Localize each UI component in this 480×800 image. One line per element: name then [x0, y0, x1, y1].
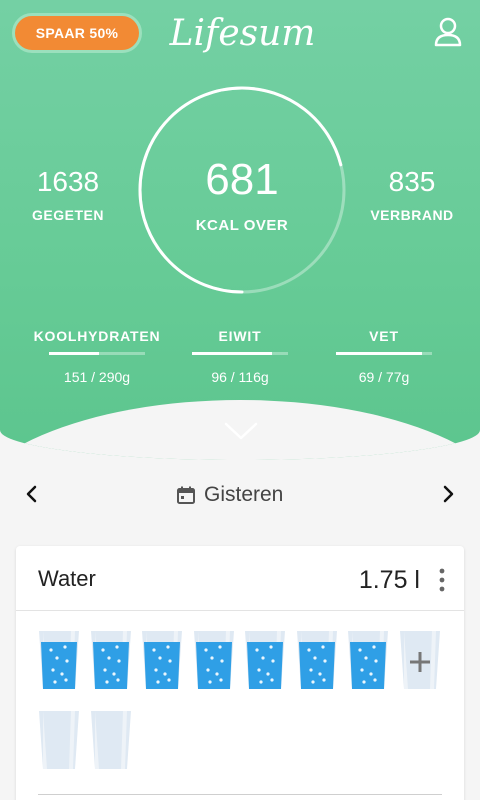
- macro-protein: EIWIT 96 / 116g: [190, 328, 290, 385]
- water-glass-filled[interactable]: [296, 630, 338, 690]
- glass-icon: [90, 631, 131, 689]
- burned-label: VERBRAND: [370, 207, 454, 223]
- profile-icon: [434, 17, 462, 47]
- macro-progress-bar: [336, 352, 432, 355]
- macro-name: EIWIT: [218, 328, 262, 344]
- water-glass-filled[interactable]: [244, 630, 286, 690]
- macro-amount: 151 / 290g: [63, 369, 131, 385]
- macro-amount: 96 / 116g: [211, 369, 269, 385]
- water-amount: 1.75 l: [358, 566, 420, 594]
- glass-icon: [39, 711, 79, 769]
- water-glass-filled[interactable]: [90, 630, 132, 690]
- more-vertical-icon: [439, 568, 445, 592]
- calendar-icon: [177, 486, 195, 504]
- chevron-left-icon: [26, 485, 37, 503]
- more-options-button[interactable]: [436, 566, 448, 594]
- card-divider: [16, 610, 464, 611]
- plus-icon: [399, 631, 440, 689]
- glass-icon: [193, 631, 234, 689]
- macro-progress-bar: [49, 352, 145, 355]
- eaten-label: GEGETEN: [32, 207, 104, 223]
- water-glass-filled[interactable]: [193, 630, 235, 690]
- date-selector[interactable]: Gisteren: [176, 480, 283, 510]
- macro-carbs: KOOLHYDRATEN 151 / 290g: [14, 328, 180, 385]
- chevron-right-icon: [443, 485, 454, 503]
- kcal-left-value: 681: [205, 155, 279, 204]
- date-label: Gisteren: [204, 483, 284, 506]
- profile-button[interactable]: [430, 14, 466, 50]
- macro-name: VET: [369, 328, 399, 344]
- water-glass-filled[interactable]: [347, 630, 389, 690]
- glass-icon: [296, 631, 337, 689]
- add-water-glass-button[interactable]: [399, 630, 441, 690]
- glass-icon: [245, 631, 285, 689]
- next-day-button[interactable]: [436, 482, 460, 506]
- water-glass-filled[interactable]: [38, 630, 80, 690]
- app-logo: Lifesum: [169, 12, 316, 54]
- macro-progress-bar: [192, 352, 288, 355]
- summary-header: SPAAR 50% Lifesum 681 KCAL OVER 1638 GEG…: [0, 0, 480, 460]
- glass-icon: [348, 631, 388, 689]
- kcal-left-label: KCAL OVER: [195, 217, 289, 234]
- glass-icon: [90, 711, 131, 769]
- expand-chevron-button[interactable]: [224, 420, 258, 442]
- macro-amount: 69 / 77g: [358, 369, 410, 385]
- chevron-down-icon: [224, 422, 258, 440]
- previous-day-button[interactable]: [20, 482, 44, 506]
- macro-name: KOOLHYDRATEN: [33, 328, 161, 344]
- macro-fat: VET 69 / 77g: [334, 328, 434, 385]
- date-navigation: Gisteren: [0, 472, 480, 518]
- sale-badge-button[interactable]: SPAAR 50%: [12, 13, 142, 53]
- eaten-value: 1638: [36, 166, 100, 197]
- glass-icon: [142, 631, 182, 689]
- card-divider: [38, 794, 442, 795]
- water-glass-filled[interactable]: [141, 630, 183, 690]
- burned-value: 835: [388, 166, 436, 197]
- glass-icon: [39, 631, 79, 689]
- water-glass-empty[interactable]: [38, 710, 80, 770]
- water-tracker-card: Water 1.75 l: [16, 546, 464, 800]
- water-title: Water: [38, 566, 96, 591]
- water-glass-empty[interactable]: [90, 710, 132, 770]
